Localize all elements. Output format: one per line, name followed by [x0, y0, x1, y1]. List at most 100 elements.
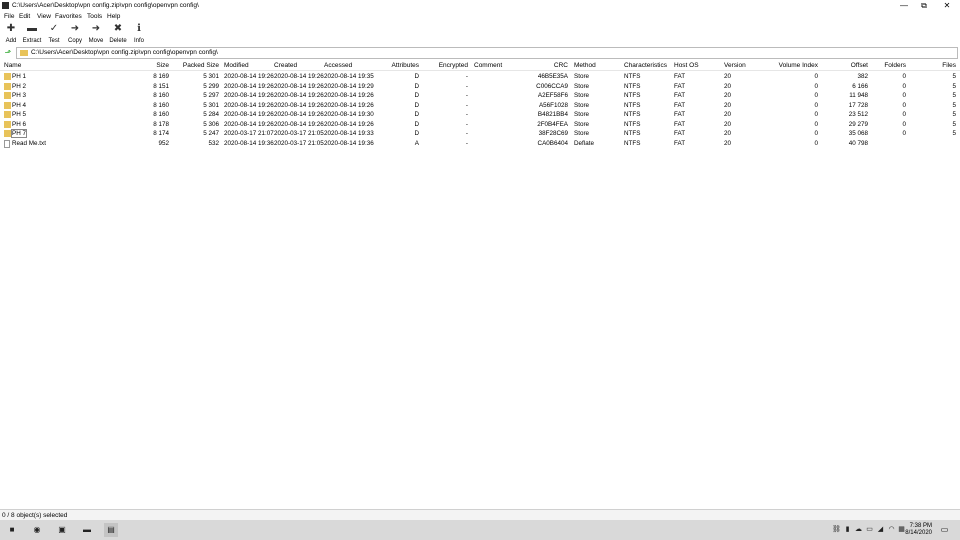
notification-icon[interactable]: ▭ — [939, 524, 950, 535]
cell-method: Store — [574, 73, 590, 80]
table-row[interactable]: PH 68 178 5 306 2020-08-14 19:26 2020-08-14… — [0, 120, 960, 130]
battery-icon[interactable]: ▭ — [865, 525, 874, 534]
cell-version: 20 — [724, 101, 732, 109]
cell-characteristics: NTFS — [624, 139, 641, 147]
cell-volume-index: 0 — [814, 139, 818, 147]
toolbar: ✚ Add ▬ Extract ✓ Test ➜ Copy ➜ Move ✖ D… — [0, 21, 960, 46]
7zip-app-icon — [2, 2, 9, 9]
cell-files: 5 — [952, 120, 956, 128]
network-icon[interactable]: ⛓ — [832, 525, 841, 534]
cell-method: Store — [574, 82, 590, 90]
cell-offset: 40 798 — [848, 139, 868, 147]
start-icon[interactable]: ■ — [5, 523, 19, 537]
menu-file[interactable]: File — [4, 13, 14, 20]
cell-modified: 2020-08-14 19:26 — [224, 120, 274, 128]
column-comment[interactable]: Comment — [474, 62, 502, 69]
usb-icon[interactable]: ▮ — [843, 525, 852, 534]
column-host-os[interactable]: Host OS — [674, 62, 699, 69]
chrome-icon[interactable]: ◉ — [30, 523, 44, 537]
cell-host-os: FAT — [674, 120, 686, 128]
cell-host-os: FAT — [674, 101, 686, 109]
info-button[interactable]: ℹ Info — [128, 23, 150, 44]
cell-modified: 2020-08-14 19:26 — [224, 101, 274, 109]
cell-packed: 5 284 — [203, 111, 219, 118]
cell-crc: A2EF58F6 — [537, 92, 568, 99]
table-row[interactable]: PH 7 8 174 5 247 2020-03-17 21:07 2020-03-17… — [0, 129, 960, 139]
column-offset[interactable]: Offset — [828, 62, 868, 69]
clock[interactable]: 7:38 PM 8/14/2020 — [905, 523, 932, 537]
cell-characteristics: NTFS — [624, 120, 641, 128]
column-folders[interactable]: Folders — [870, 62, 906, 69]
add-button[interactable]: ✚ Add — [0, 23, 22, 44]
column-accessed[interactable]: Accessed — [324, 62, 352, 69]
column-files[interactable]: Files — [920, 62, 956, 69]
column-modified[interactable]: Modified — [224, 62, 249, 69]
column-method[interactable]: Method — [574, 62, 596, 69]
cell-name: PH 5 — [12, 111, 26, 118]
folder-up-button[interactable]: ⬏ — [2, 47, 14, 59]
copy-button[interactable]: ➜ Copy — [64, 23, 86, 44]
table-row[interactable]: Read Me.txt 952 532 2020-08-14 19:36 2020-03… — [0, 139, 960, 149]
column-crc[interactable]: CRC — [524, 62, 568, 69]
7zip-taskbar-icon[interactable]: ▤ — [104, 523, 118, 537]
cell-size: 8 178 — [153, 120, 169, 128]
column-name[interactable]: Name — [4, 62, 21, 69]
cell-characteristics: NTFS — [624, 111, 641, 118]
cell-method: Store — [574, 92, 590, 99]
cell-crc: 46B5E35A — [537, 73, 568, 80]
column-created[interactable]: Created — [274, 62, 297, 69]
cell-volume-index: 0 — [814, 92, 818, 99]
cell-attributes: D — [414, 120, 419, 128]
delete-button[interactable]: ✖ Delete — [107, 23, 129, 44]
cell-host-os: FAT — [674, 139, 686, 147]
cell-host-os: FAT — [674, 111, 686, 118]
cell-attributes: D — [414, 101, 419, 109]
cell-folders: 0 — [902, 101, 906, 109]
menu-edit[interactable]: Edit — [19, 13, 30, 20]
path-input[interactable]: C:\Users\Acer\Desktop\vpn config.zip\vpn… — [16, 47, 958, 59]
app-icon-3[interactable]: ▬ — [80, 523, 94, 537]
close-button[interactable]: ✕ — [936, 0, 958, 11]
column-attributes[interactable]: Attributes — [375, 62, 419, 69]
column-characteristics[interactable]: Characteristics — [624, 62, 667, 69]
cell-volume-index: 0 — [814, 101, 818, 109]
text-file-icon — [4, 139, 10, 148]
cell-name: PH 3 — [12, 92, 26, 99]
column-encrypted[interactable]: Encrypted — [424, 62, 468, 69]
column-size[interactable]: Size — [130, 62, 169, 69]
column-packed-size[interactable]: Packed Size — [171, 62, 219, 69]
cell-folders: 0 — [902, 130, 906, 137]
minimize-button[interactable]: — — [893, 0, 915, 11]
volume-icon[interactable]: ◢ — [876, 525, 885, 534]
path-text: C:\Users\Acer\Desktop\vpn config.zip\vpn… — [31, 49, 218, 56]
taskbar: ■ ◉ ▣ ▬ ▤ ⛓ ▮ ☁ ▭ ◢ ◠ ▦ 7:38 PM 8/14/202… — [0, 520, 960, 540]
column-volume-index[interactable]: Volume Index — [770, 62, 818, 69]
folder-icon — [4, 82, 11, 90]
cell-modified: 2020-08-14 19:26 — [224, 73, 274, 80]
menu-help[interactable]: Help — [107, 13, 120, 20]
cell-accessed: 2020-08-14 19:36 — [324, 139, 374, 147]
cell-offset: 29 279 — [848, 120, 868, 128]
table-row[interactable]: PH 28 151 5 299 2020-08-14 19:26 2020-08-14… — [0, 82, 960, 92]
move-button[interactable]: ➜ Move — [85, 23, 107, 44]
table-row[interactable]: PH 58 160 5 284 2020-08-14 19:26 2020-08-14… — [0, 110, 960, 120]
menu-favorites[interactable]: Favorites — [55, 13, 82, 20]
cell-version: 20 — [724, 120, 732, 128]
cell-encrypted: - — [465, 111, 468, 118]
table-row[interactable]: PH 18 169 5 301 2020-08-14 19:26 2020-08-14… — [0, 72, 960, 82]
wifi-icon[interactable]: ◠ — [887, 525, 896, 534]
onedrive-icon[interactable]: ☁ — [854, 525, 863, 534]
app-icon-2[interactable]: ▣ — [55, 523, 69, 537]
table-row[interactable]: PH 38 160 5 297 2020-08-14 19:26 2020-08-14… — [0, 91, 960, 101]
column-version[interactable]: Version — [724, 62, 746, 69]
test-button[interactable]: ✓ Test — [43, 23, 65, 44]
cell-host-os: FAT — [674, 82, 686, 90]
menu-tools[interactable]: Tools — [87, 13, 102, 20]
cell-size: 8 160 — [153, 92, 169, 99]
menu-view[interactable]: View — [37, 13, 51, 20]
maximize-button[interactable]: ⧉ — [913, 0, 935, 11]
cell-modified: 2020-08-14 19:26 — [224, 92, 274, 99]
cell-accessed: 2020-08-14 19:30 — [324, 111, 374, 118]
table-row[interactable]: PH 48 160 5 301 2020-08-14 19:26 2020-08-14… — [0, 101, 960, 111]
extract-button[interactable]: ▬ Extract — [21, 23, 43, 44]
